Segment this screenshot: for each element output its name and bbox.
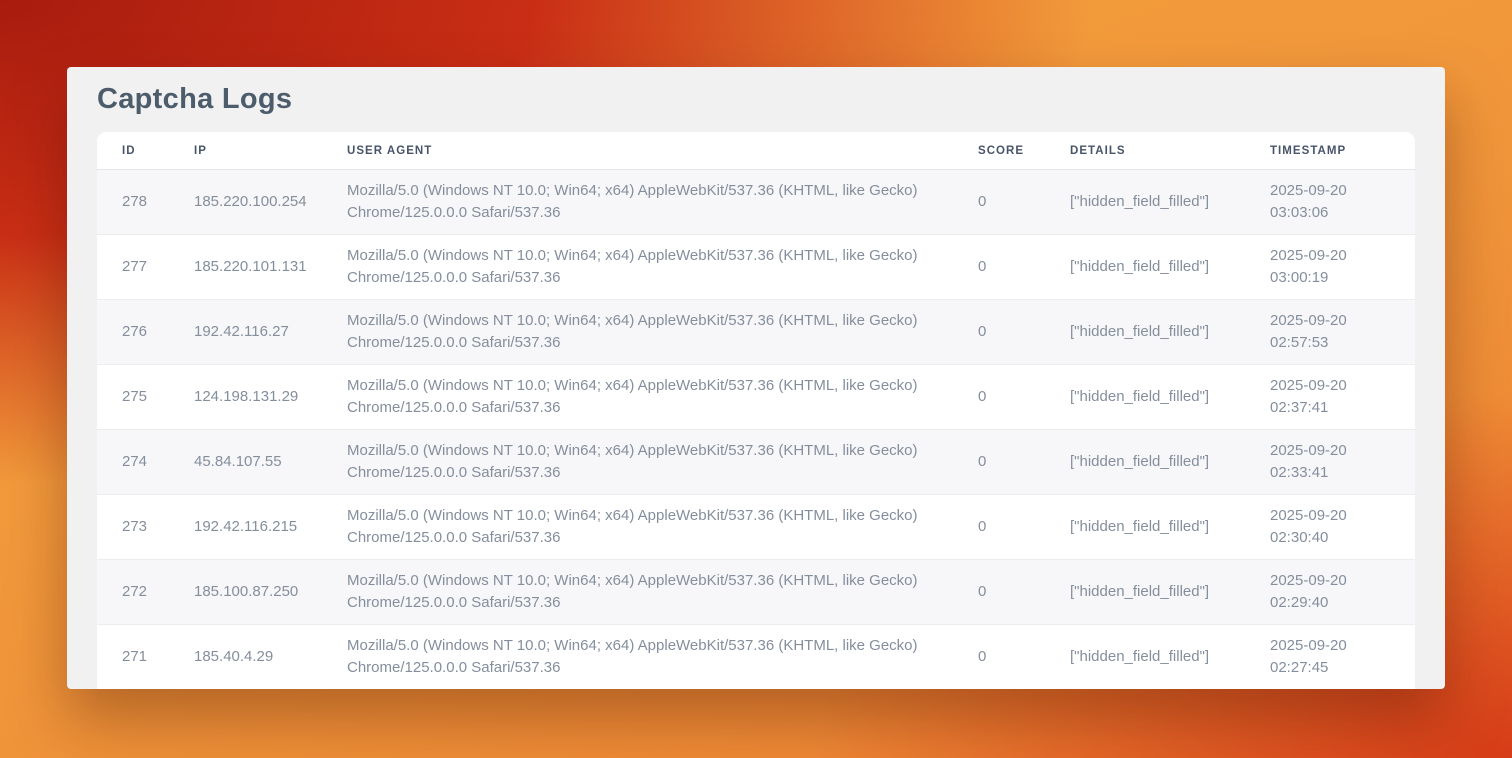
cell-score: 0 bbox=[953, 560, 1045, 625]
captcha-logs-page: { "page": { "title": "Captcha Logs" }, "… bbox=[0, 0, 1512, 758]
captcha-logs-table: IDIPUSER AGENTSCOREDETAILSTIMESTAMP 2781… bbox=[97, 132, 1415, 689]
table-row: 277185.220.101.131Mozilla/5.0 (Windows N… bbox=[97, 235, 1415, 300]
cell-id: 275 bbox=[97, 365, 169, 430]
cell-timestamp: 2025-09-20 03:03:06 bbox=[1245, 170, 1415, 235]
cell-timestamp: 2025-09-20 02:33:41 bbox=[1245, 430, 1415, 495]
cell-timestamp: 2025-09-20 02:29:40 bbox=[1245, 560, 1415, 625]
cell-timestamp: 2025-09-20 02:37:41 bbox=[1245, 365, 1415, 430]
cell-details: ["hidden_field_filled"] bbox=[1045, 430, 1245, 495]
cell-ua: Mozilla/5.0 (Windows NT 10.0; Win64; x64… bbox=[322, 430, 953, 495]
cell-details: ["hidden_field_filled"] bbox=[1045, 170, 1245, 235]
cell-score: 0 bbox=[953, 170, 1045, 235]
cell-ua: Mozilla/5.0 (Windows NT 10.0; Win64; x64… bbox=[322, 625, 953, 690]
cell-timestamp: 2025-09-20 02:30:40 bbox=[1245, 495, 1415, 560]
cell-id: 278 bbox=[97, 170, 169, 235]
table-row: 278185.220.100.254Mozilla/5.0 (Windows N… bbox=[97, 170, 1415, 235]
cell-id: 277 bbox=[97, 235, 169, 300]
table-row: 275124.198.131.29Mozilla/5.0 (Windows NT… bbox=[97, 365, 1415, 430]
cell-timestamp: 2025-09-20 02:27:45 bbox=[1245, 625, 1415, 690]
cell-ua: Mozilla/5.0 (Windows NT 10.0; Win64; x64… bbox=[322, 560, 953, 625]
cell-id: 274 bbox=[97, 430, 169, 495]
table-row: 276192.42.116.27Mozilla/5.0 (Windows NT … bbox=[97, 300, 1415, 365]
captcha-logs-table-container: IDIPUSER AGENTSCOREDETAILSTIMESTAMP 2781… bbox=[97, 132, 1415, 689]
table-row: 271185.40.4.29Mozilla/5.0 (Windows NT 10… bbox=[97, 625, 1415, 690]
cell-ip: 185.220.100.254 bbox=[169, 170, 322, 235]
cell-ua: Mozilla/5.0 (Windows NT 10.0; Win64; x64… bbox=[322, 365, 953, 430]
cell-score: 0 bbox=[953, 235, 1045, 300]
cell-ip: 45.84.107.55 bbox=[169, 430, 322, 495]
cell-id: 271 bbox=[97, 625, 169, 690]
column-header-ua: USER AGENT bbox=[322, 132, 953, 170]
cell-ua: Mozilla/5.0 (Windows NT 10.0; Win64; x64… bbox=[322, 170, 953, 235]
cell-id: 276 bbox=[97, 300, 169, 365]
column-header-ip: IP bbox=[169, 132, 322, 170]
cell-ip: 192.42.116.27 bbox=[169, 300, 322, 365]
cell-details: ["hidden_field_filled"] bbox=[1045, 560, 1245, 625]
page-title: Captcha Logs bbox=[97, 83, 1415, 116]
cell-details: ["hidden_field_filled"] bbox=[1045, 300, 1245, 365]
cell-details: ["hidden_field_filled"] bbox=[1045, 235, 1245, 300]
table-header-row: IDIPUSER AGENTSCOREDETAILSTIMESTAMP bbox=[97, 132, 1415, 170]
cell-ua: Mozilla/5.0 (Windows NT 10.0; Win64; x64… bbox=[322, 235, 953, 300]
cell-timestamp: 2025-09-20 03:00:19 bbox=[1245, 235, 1415, 300]
cell-score: 0 bbox=[953, 430, 1045, 495]
cell-ip: 185.220.101.131 bbox=[169, 235, 322, 300]
table-row: 272185.100.87.250Mozilla/5.0 (Windows NT… bbox=[97, 560, 1415, 625]
cell-ip: 185.100.87.250 bbox=[169, 560, 322, 625]
cell-details: ["hidden_field_filled"] bbox=[1045, 495, 1245, 560]
cell-id: 272 bbox=[97, 560, 169, 625]
cell-ip: 192.42.116.215 bbox=[169, 495, 322, 560]
cell-score: 0 bbox=[953, 365, 1045, 430]
cell-timestamp: 2025-09-20 02:57:53 bbox=[1245, 300, 1415, 365]
cell-details: ["hidden_field_filled"] bbox=[1045, 625, 1245, 690]
cell-score: 0 bbox=[953, 495, 1045, 560]
cell-details: ["hidden_field_filled"] bbox=[1045, 365, 1245, 430]
cell-ip: 124.198.131.29 bbox=[169, 365, 322, 430]
cell-ua: Mozilla/5.0 (Windows NT 10.0; Win64; x64… bbox=[322, 300, 953, 365]
table-row: 273192.42.116.215Mozilla/5.0 (Windows NT… bbox=[97, 495, 1415, 560]
cell-ip: 185.40.4.29 bbox=[169, 625, 322, 690]
table-body: 278185.220.100.254Mozilla/5.0 (Windows N… bbox=[97, 170, 1415, 690]
table-row: 27445.84.107.55Mozilla/5.0 (Windows NT 1… bbox=[97, 430, 1415, 495]
column-header-score: SCORE bbox=[953, 132, 1045, 170]
column-header-id: ID bbox=[97, 132, 169, 170]
cell-score: 0 bbox=[953, 625, 1045, 690]
captcha-logs-card: Captcha Logs IDIPUSER AGENTSCOREDETAILST… bbox=[67, 67, 1445, 689]
cell-id: 273 bbox=[97, 495, 169, 560]
column-header-details: DETAILS bbox=[1045, 132, 1245, 170]
cell-ua: Mozilla/5.0 (Windows NT 10.0; Win64; x64… bbox=[322, 495, 953, 560]
cell-score: 0 bbox=[953, 300, 1045, 365]
column-header-timestamp: TIMESTAMP bbox=[1245, 132, 1415, 170]
